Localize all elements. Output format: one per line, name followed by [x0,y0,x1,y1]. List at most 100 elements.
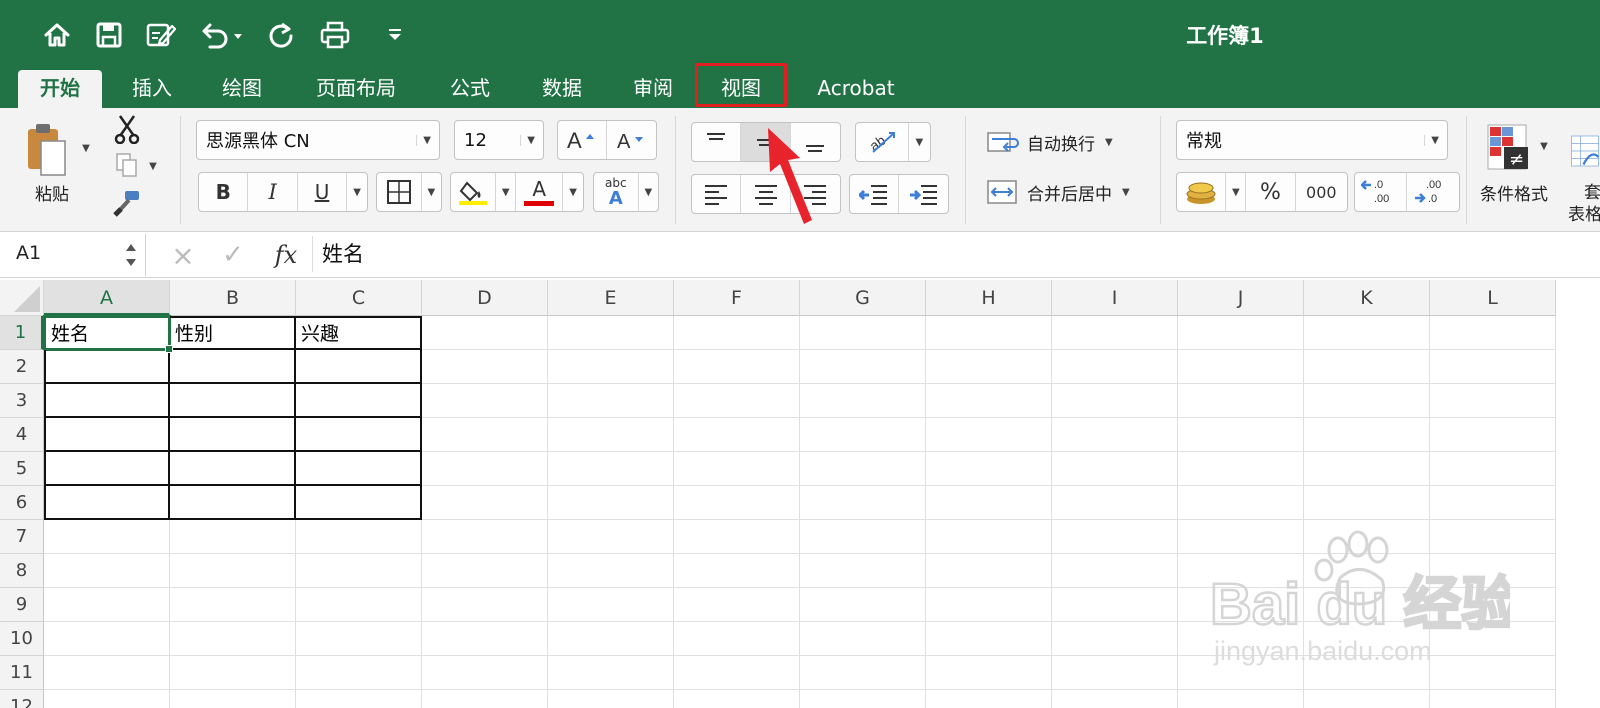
text-orientation-icon[interactable]: ab [856,123,909,161]
orientation-dropdown-icon[interactable]: ▼ [909,123,930,161]
tab-acrobat[interactable]: Acrobat [808,70,904,108]
cell-h4[interactable] [926,418,1052,452]
cell-c8[interactable] [296,554,422,588]
cell-i11[interactable] [1052,656,1178,690]
cell-k3[interactable] [1304,384,1430,418]
cell-j4[interactable] [1178,418,1304,452]
cell-f3[interactable] [674,384,800,418]
cell-h6[interactable] [926,486,1052,520]
borders-icon[interactable] [377,173,422,211]
font-name-select[interactable]: 思源黑体 CN ▼ [196,120,440,160]
cell-k4[interactable] [1304,418,1430,452]
cell-g11[interactable] [800,656,926,690]
cell-f11[interactable] [674,656,800,690]
cell-f8[interactable] [674,554,800,588]
cell-f10[interactable] [674,622,800,656]
row-header-7[interactable]: 7 [0,520,44,554]
cell-f12[interactable] [674,690,800,708]
cell-e9[interactable] [548,588,674,622]
cell-b1[interactable]: 性别 [170,316,296,350]
cell-d1[interactable] [422,316,548,350]
cell-d10[interactable] [422,622,548,656]
tab-data[interactable]: 数据 [528,70,596,108]
cell-l6[interactable] [1430,486,1556,520]
cell-i6[interactable] [1052,486,1178,520]
cell-h3[interactable] [926,384,1052,418]
cell-h9[interactable] [926,588,1052,622]
undo-icon[interactable] [196,18,246,52]
borders-dropdown-icon[interactable]: ▼ [422,173,441,211]
number-format-select[interactable]: 常规 ▼ [1176,120,1448,160]
save-icon[interactable] [92,18,126,52]
row-header-11[interactable]: 11 [0,656,44,690]
cell-c5[interactable] [296,452,422,486]
cell-j2[interactable] [1178,350,1304,384]
tab-page-layout[interactable]: 页面布局 [300,70,412,108]
cell-b8[interactable] [170,554,296,588]
decrease-font-size-icon[interactable]: A [607,121,656,159]
cell-k8[interactable] [1304,554,1430,588]
cell-l3[interactable] [1430,384,1556,418]
cut-icon[interactable] [112,114,142,144]
format-as-table-icon[interactable] [1570,126,1600,176]
cell-d7[interactable] [422,520,548,554]
cell-b6[interactable] [170,486,296,520]
paste-dropdown-icon[interactable]: ▼ [80,140,92,156]
name-box-stepper-icon[interactable] [124,240,138,270]
row-header-4[interactable]: 4 [0,418,44,452]
cell-g1[interactable] [800,316,926,350]
cell-l8[interactable] [1430,554,1556,588]
cell-i3[interactable] [1052,384,1178,418]
decrease-indent-icon[interactable] [850,175,900,213]
cell-b7[interactable] [170,520,296,554]
cell-a5[interactable] [44,452,170,486]
cell-e5[interactable] [548,452,674,486]
wrap-text-button[interactable]: 自动换行 ▼ [986,124,1136,160]
cell-i5[interactable] [1052,452,1178,486]
cell-g2[interactable] [800,350,926,384]
tab-home[interactable]: 开始 [18,70,102,108]
cell-c4[interactable] [296,418,422,452]
cell-f7[interactable] [674,520,800,554]
cell-b12[interactable] [170,690,296,708]
tab-insert[interactable]: 插入 [118,70,186,108]
cell-l11[interactable] [1430,656,1556,690]
column-header-b[interactable]: B [170,280,296,316]
redo-icon[interactable] [264,18,298,52]
cell-k9[interactable] [1304,588,1430,622]
cell-a7[interactable] [44,520,170,554]
cell-d11[interactable] [422,656,548,690]
cell-c9[interactable] [296,588,422,622]
cell-e11[interactable] [548,656,674,690]
column-header-i[interactable]: I [1052,280,1178,316]
cell-c7[interactable] [296,520,422,554]
cell-a3[interactable] [44,384,170,418]
cell-e6[interactable] [548,486,674,520]
cell-i9[interactable] [1052,588,1178,622]
cell-g6[interactable] [800,486,926,520]
cell-a10[interactable] [44,622,170,656]
cell-g3[interactable] [800,384,926,418]
row-header-8[interactable]: 8 [0,554,44,588]
cell-b4[interactable] [170,418,296,452]
cell-d12[interactable] [422,690,548,708]
copy-icon[interactable] [112,150,142,180]
cell-b2[interactable] [170,350,296,384]
cell-f2[interactable] [674,350,800,384]
cell-b10[interactable] [170,622,296,656]
cell-i10[interactable] [1052,622,1178,656]
cell-f9[interactable] [674,588,800,622]
font-color-dropdown-icon[interactable]: ▼ [563,173,583,211]
cell-d5[interactable] [422,452,548,486]
cell-l9[interactable] [1430,588,1556,622]
cell-c3[interactable] [296,384,422,418]
cell-e4[interactable] [548,418,674,452]
home-icon[interactable] [40,18,74,52]
cell-b3[interactable] [170,384,296,418]
tab-formulas[interactable]: 公式 [436,70,504,108]
cell-f5[interactable] [674,452,800,486]
cell-b5[interactable] [170,452,296,486]
cell-e3[interactable] [548,384,674,418]
select-all-corner[interactable] [0,280,44,316]
cell-f6[interactable] [674,486,800,520]
